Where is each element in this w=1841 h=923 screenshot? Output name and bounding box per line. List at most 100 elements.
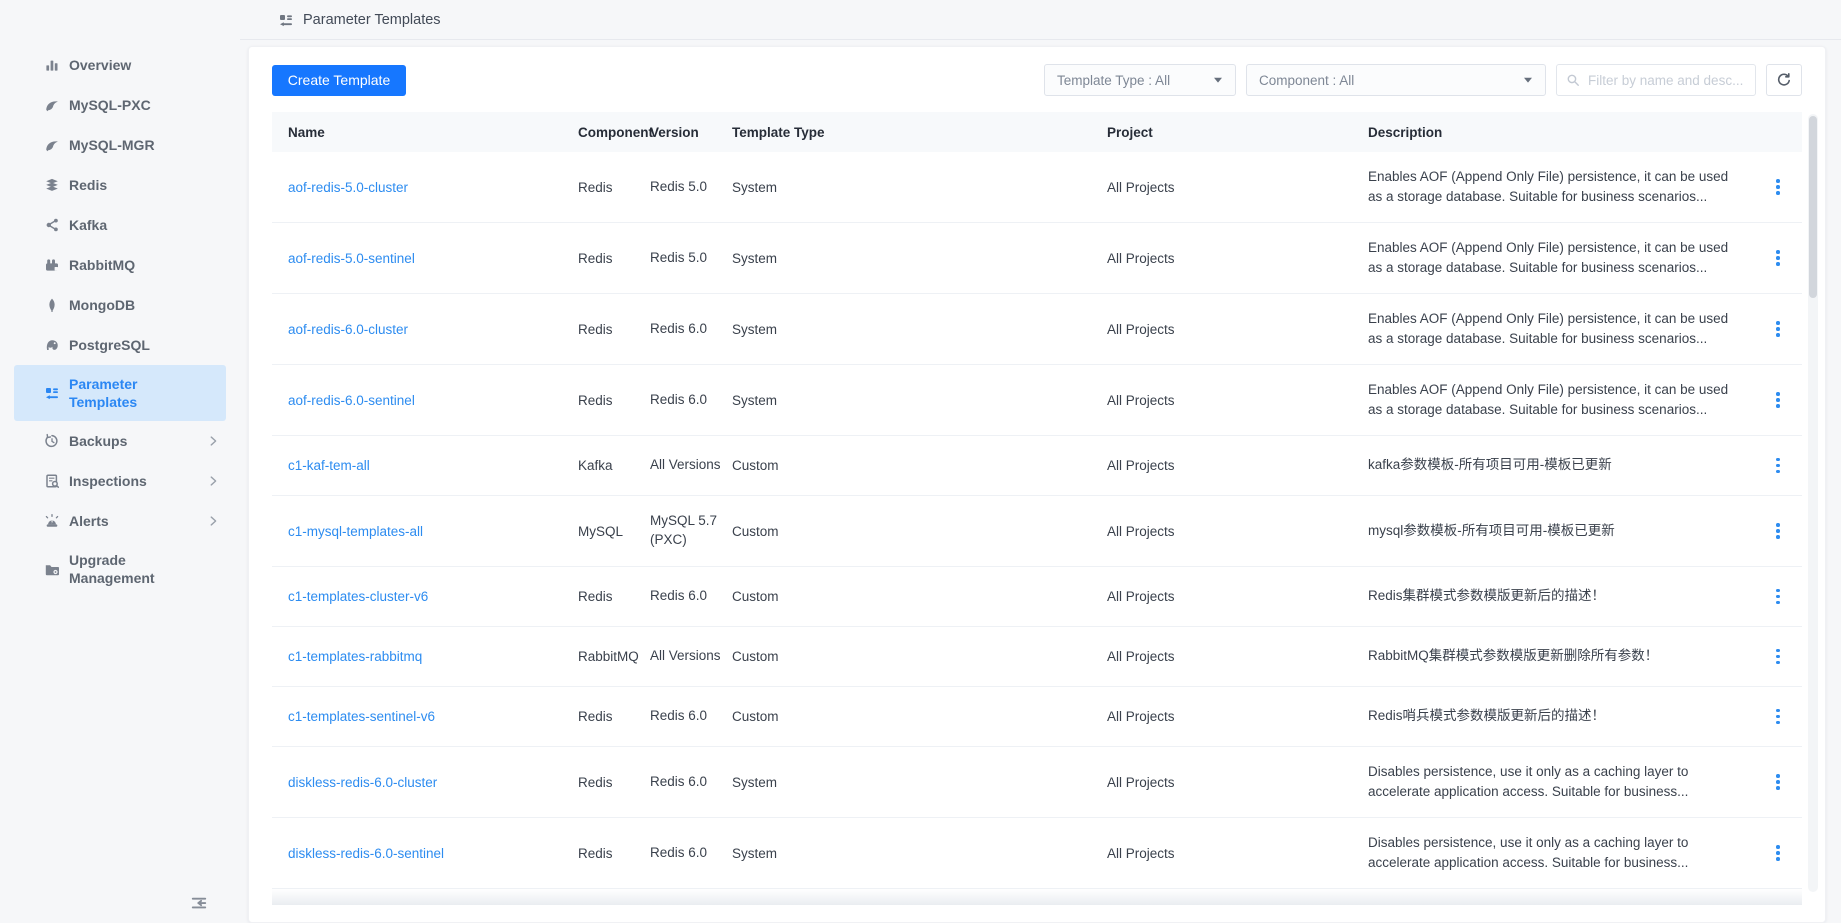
template-name-link[interactable]: aof-redis-5.0-sentinel [288, 251, 415, 266]
component-cell: Redis [578, 709, 650, 724]
search-icon [1566, 73, 1580, 87]
template-name-link[interactable]: diskless-redis-6.0-cluster [288, 775, 437, 790]
component-cell: Redis [578, 393, 650, 408]
vertical-scrollbar[interactable] [1808, 114, 1818, 892]
template-type-filter-select[interactable]: Template Type : All [1044, 64, 1236, 96]
template-name-link[interactable]: aof-redis-6.0-sentinel [288, 393, 415, 408]
row-actions-button[interactable] [1772, 454, 1784, 478]
caret-down-icon [1523, 75, 1533, 85]
toolbar-filters: Template Type : All Component : All [1044, 64, 1802, 96]
sidebar-item-label: Parameter Templates [69, 375, 173, 412]
dolphin-icon [44, 137, 60, 153]
sidebar-item-redis[interactable]: Redis [14, 165, 226, 205]
alarm-icon [44, 513, 60, 529]
template-type-cell: System [732, 180, 1107, 195]
search-input[interactable] [1586, 72, 1746, 89]
sidebar-item-rabbitmq[interactable]: RabbitMQ [14, 245, 226, 285]
version-cell: Redis 6.0 [650, 844, 732, 863]
template-type-cell: System [732, 775, 1107, 790]
row-actions-button[interactable] [1772, 841, 1784, 865]
content-card: Create Template Template Type : All Comp… [248, 46, 1826, 923]
sidebar-item-mongodb[interactable]: MongoDB [14, 285, 226, 325]
sidebar-item-kafka[interactable]: Kafka [14, 205, 226, 245]
description-cell: Redis哨兵模式参数模版更新后的描述！ [1368, 706, 1754, 726]
sidebar-item-label: PostgreSQL [69, 336, 150, 354]
template-name-link[interactable]: diskless-redis-6.0-sentinel [288, 846, 444, 861]
sidebar-item-mysql-pxc[interactable]: MySQL-PXC [14, 85, 226, 125]
sidebar-item-inspections[interactable]: Inspections [14, 461, 226, 501]
version-cell: Redis 5.0 [650, 178, 732, 197]
sidebar-item-label: RabbitMQ [69, 256, 135, 274]
rabbit-icon [44, 257, 60, 273]
sidebar-item-parameter-templates[interactable]: Parameter Templates [14, 365, 226, 421]
description-cell: Enables AOF (Append Only File) persisten… [1368, 238, 1754, 279]
refresh-button[interactable] [1766, 64, 1802, 96]
sidebar-item-postgresql[interactable]: PostgreSQL [14, 325, 226, 365]
sidebar-item-upgrade-management[interactable]: Upgrade Management [14, 541, 226, 597]
description-cell: Disables persistence, use it only as a c… [1368, 762, 1754, 803]
chevron-right-icon [206, 514, 220, 528]
template-name-link[interactable]: c1-templates-cluster-v6 [288, 589, 428, 604]
template-name-link[interactable]: c1-kaf-tem-all [288, 458, 370, 473]
component-cell: Kafka [578, 458, 650, 473]
version-cell: All Versions [650, 647, 732, 666]
template-type-cell: System [732, 846, 1107, 861]
component-cell: Redis [578, 775, 650, 790]
scrollbar-thumb[interactable] [1809, 116, 1817, 298]
row-actions-button[interactable] [1772, 585, 1784, 609]
sidebar-item-label: Upgrade Management [69, 551, 173, 588]
restore-icon [44, 433, 60, 449]
version-cell: Redis 6.0 [650, 707, 732, 726]
chevron-right-icon [206, 434, 220, 448]
table-row: c1-kaf-tem-all Kafka All Versions Custom… [272, 436, 1802, 496]
template-icon [44, 385, 60, 401]
table-header-row: Name Component Version Template Type Pro… [272, 112, 1802, 152]
version-cell: MySQL 5.7 (PXC) [650, 512, 732, 550]
project-cell: All Projects [1107, 393, 1368, 408]
row-actions-button[interactable] [1772, 645, 1784, 669]
row-actions-button[interactable] [1772, 770, 1784, 794]
template-type-cell: System [732, 393, 1107, 408]
row-actions-button[interactable] [1772, 317, 1784, 341]
component-filter-select[interactable]: Component : All [1246, 64, 1546, 96]
row-actions-button[interactable] [1772, 175, 1784, 199]
sidebar-item-label: Kafka [69, 216, 107, 234]
component-cell: Redis [578, 846, 650, 861]
row-actions-button[interactable] [1772, 246, 1784, 270]
component-cell: MySQL [578, 524, 650, 539]
template-name-link[interactable]: c1-templates-sentinel-v6 [288, 709, 435, 724]
kafka-icon [44, 217, 60, 233]
sidebar-item-backups[interactable]: Backups [14, 421, 226, 461]
sidebar-item-overview[interactable]: Overview [14, 45, 226, 85]
description-cell: Enables AOF (Append Only File) persisten… [1368, 309, 1754, 350]
refresh-icon [1776, 72, 1792, 88]
collapse-sidebar-icon[interactable] [189, 893, 209, 913]
template-name-link[interactable]: aof-redis-6.0-cluster [288, 322, 408, 337]
row-actions-button[interactable] [1772, 705, 1784, 729]
table-row: diskless-redis-6.0-sentinel Redis Redis … [272, 818, 1802, 889]
row-actions-button[interactable] [1772, 519, 1784, 543]
table-row: aof-redis-5.0-sentinel Redis Redis 5.0 S… [272, 223, 1802, 294]
project-cell: All Projects [1107, 709, 1368, 724]
project-cell: All Projects [1107, 775, 1368, 790]
template-name-link[interactable]: c1-mysql-templates-all [288, 524, 423, 539]
search-box [1556, 64, 1756, 96]
component-cell: Redis [578, 322, 650, 337]
sidebar-item-mysql-mgr[interactable]: MySQL-MGR [14, 125, 226, 165]
project-cell: All Projects [1107, 846, 1368, 861]
column-header-name: Name [272, 125, 578, 140]
sidebar-item-label: Alerts [69, 512, 109, 530]
table-row: c1-templates-rabbitmq RabbitMQ All Versi… [272, 627, 1802, 687]
component-filter-value: Component : All [1259, 73, 1354, 88]
version-cell: Redis 6.0 [650, 391, 732, 410]
template-name-link[interactable]: aof-redis-5.0-cluster [288, 180, 408, 195]
table-row: diskless-redis-6.0-cluster Redis Redis 6… [272, 747, 1802, 818]
sidebar-item-alerts[interactable]: Alerts [14, 501, 226, 541]
project-cell: All Projects [1107, 649, 1368, 664]
row-actions-button[interactable] [1772, 388, 1784, 412]
project-cell: All Projects [1107, 458, 1368, 473]
create-template-button[interactable]: Create Template [272, 65, 406, 96]
table-row: aof-redis-6.0-sentinel Redis Redis 6.0 S… [272, 365, 1802, 436]
component-cell: Redis [578, 180, 650, 195]
template-name-link[interactable]: c1-templates-rabbitmq [288, 649, 422, 664]
